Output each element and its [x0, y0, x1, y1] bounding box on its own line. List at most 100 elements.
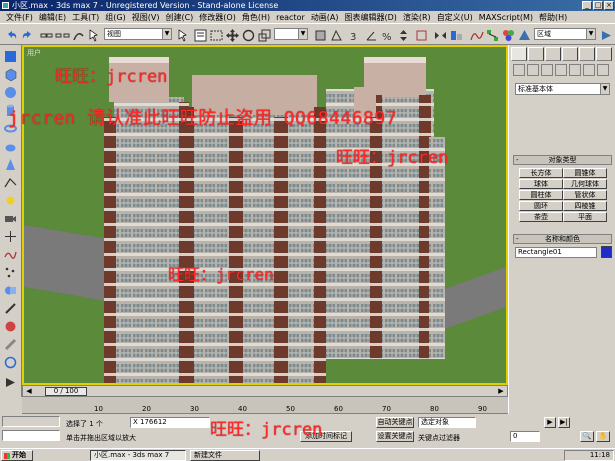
torus-button[interactable]: 圆环: [519, 201, 563, 211]
select-object-icon[interactable]: [176, 27, 191, 42]
camera-icon[interactable]: [3, 211, 18, 226]
shapes-icon[interactable]: [527, 64, 539, 76]
geometry-icon[interactable]: [513, 64, 525, 76]
helpers-icon[interactable]: [569, 64, 581, 76]
tab-utilities[interactable]: [596, 47, 612, 61]
minimize-button[interactable]: _: [582, 1, 592, 10]
tab-display[interactable]: [579, 47, 595, 61]
coord-x-field[interactable]: X 176612: [130, 417, 210, 428]
next-frame-icon[interactable]: ▶|: [558, 417, 570, 428]
pyramid-button[interactable]: 四棱锥: [563, 201, 607, 211]
auto-key-button[interactable]: 自动关键点: [376, 417, 414, 428]
undo-icon[interactable]: [3, 27, 18, 42]
listener-mini[interactable]: [2, 416, 60, 427]
start-button[interactable]: 开始: [1, 450, 33, 461]
select-by-name-icon[interactable]: [192, 27, 207, 42]
helper-icon[interactable]: [3, 229, 18, 244]
systems-icon[interactable]: [597, 64, 609, 76]
geosphere-button[interactable]: 几何球体: [563, 179, 607, 189]
tab-modify[interactable]: [528, 47, 544, 61]
torus-icon[interactable]: [3, 121, 18, 136]
zoom-icon[interactable]: 🔍: [580, 431, 594, 442]
menu-rendering[interactable]: 渲染(R): [400, 12, 434, 23]
menu-edit[interactable]: 编辑(E): [36, 12, 69, 23]
lights-icon[interactable]: [541, 64, 553, 76]
cone-button[interactable]: 圆锥体: [563, 168, 607, 178]
sphere-button[interactable]: 球体: [519, 179, 563, 189]
pivot-center-icon[interactable]: [312, 27, 327, 42]
rotate-icon[interactable]: [240, 27, 255, 42]
current-frame-field[interactable]: 0: [510, 431, 540, 442]
object-name-field[interactable]: Rectangle01: [515, 247, 597, 258]
mirror-icon[interactable]: [432, 27, 447, 42]
box-button[interactable]: 长方体: [519, 168, 563, 178]
menu-modifiers[interactable]: 修改器(O): [196, 12, 239, 23]
tab-hierarchy[interactable]: [545, 47, 561, 61]
rectangular-selection-icon[interactable]: [208, 27, 223, 42]
named-selection-icon[interactable]: [413, 27, 428, 42]
particle-icon[interactable]: [3, 265, 18, 280]
selected-object-dropdown[interactable]: 选定对象: [418, 417, 476, 428]
cylinder-icon[interactable]: [3, 103, 18, 118]
space-warps-icon[interactable]: [583, 64, 595, 76]
taskbar-item-new[interactable]: 新建文件: [190, 450, 260, 461]
pan-icon[interactable]: ✋: [596, 431, 610, 442]
menu-create[interactable]: 创建(C): [162, 12, 196, 23]
menu-views[interactable]: 视图(V): [129, 12, 163, 23]
manipulate-icon[interactable]: [328, 27, 343, 42]
angle-snap-icon[interactable]: [363, 27, 378, 42]
toolbar-handle-icon[interactable]: [3, 49, 18, 64]
object-type-rollout[interactable]: - 对象类型: [513, 155, 612, 165]
menu-graph-editors[interactable]: 图表编辑器(D): [341, 12, 399, 23]
play-icon[interactable]: ▶: [544, 417, 556, 428]
menu-character[interactable]: 角色(H): [239, 12, 273, 23]
viewport-label[interactable]: 用户: [27, 48, 41, 58]
space-warp-icon[interactable]: [3, 247, 18, 262]
reactor-icon[interactable]: [3, 355, 18, 370]
teapot-button[interactable]: 茶壶: [519, 212, 563, 222]
curve-editor-icon[interactable]: [468, 27, 484, 42]
bone-icon[interactable]: [3, 337, 18, 352]
object-color-swatch[interactable]: [601, 246, 612, 258]
key-filter-label[interactable]: 关键点过滤器: [418, 433, 460, 443]
material-icon[interactable]: [3, 319, 18, 334]
chevron-right-icon[interactable]: ▶: [496, 387, 506, 396]
taskbar-item-3dsmax[interactable]: 小区.max - 3ds max 7: [90, 450, 186, 461]
tab-create[interactable]: [511, 47, 527, 61]
menu-customize[interactable]: 自定义(U): [434, 12, 476, 23]
chevron-left-icon[interactable]: ◀: [24, 387, 34, 396]
render-scene-icon[interactable]: [516, 27, 531, 42]
percent-snap-icon[interactable]: %: [379, 27, 394, 43]
snap-toggle-icon[interactable]: 3: [347, 27, 362, 43]
render-icon[interactable]: [3, 375, 18, 390]
track-bar[interactable]: 10 20 30 40 50 60 70 80 90: [22, 397, 508, 414]
move-icon[interactable]: [224, 27, 239, 42]
spinner-snap-icon[interactable]: [395, 27, 410, 42]
reference-coord-dropdown[interactable]: ▼: [274, 28, 308, 40]
schematic-view-icon[interactable]: [484, 27, 499, 42]
set-key-button[interactable]: 设置关键点: [376, 431, 414, 442]
menu-reactor[interactable]: reactor: [273, 13, 308, 22]
time-slider-thumb[interactable]: 0 / 100: [45, 387, 87, 396]
time-slider[interactable]: ◀ 0 / 100 ▶: [22, 385, 508, 397]
align-icon[interactable]: [448, 27, 463, 42]
material-editor-icon[interactable]: [500, 27, 515, 42]
menu-group[interactable]: 组(G): [102, 12, 128, 23]
menu-animation[interactable]: 动画(A): [308, 12, 342, 23]
unlink-icon[interactable]: [54, 27, 70, 42]
tube-button[interactable]: 管状体: [563, 190, 607, 200]
perspective-viewport[interactable]: 用户: [22, 45, 508, 385]
maxscript-mini-listener[interactable]: [2, 430, 60, 441]
selection-set-dropdown[interactable]: 区域 ▼: [534, 28, 596, 40]
menu-help[interactable]: 帮助(H): [536, 12, 570, 23]
close-button[interactable]: ×: [604, 1, 614, 10]
maximize-button[interactable]: □: [593, 1, 603, 10]
menu-maxscript[interactable]: MAXScript(M): [476, 13, 536, 22]
compound-icon[interactable]: [3, 283, 18, 298]
line-icon[interactable]: [3, 175, 18, 190]
light-icon[interactable]: [3, 193, 18, 208]
category-dropdown[interactable]: 标准基本体 ▼: [515, 83, 610, 95]
select-filter-icon[interactable]: [87, 27, 102, 42]
name-color-rollout[interactable]: - 名称和颜色: [513, 234, 612, 244]
tab-motion[interactable]: [562, 47, 578, 61]
